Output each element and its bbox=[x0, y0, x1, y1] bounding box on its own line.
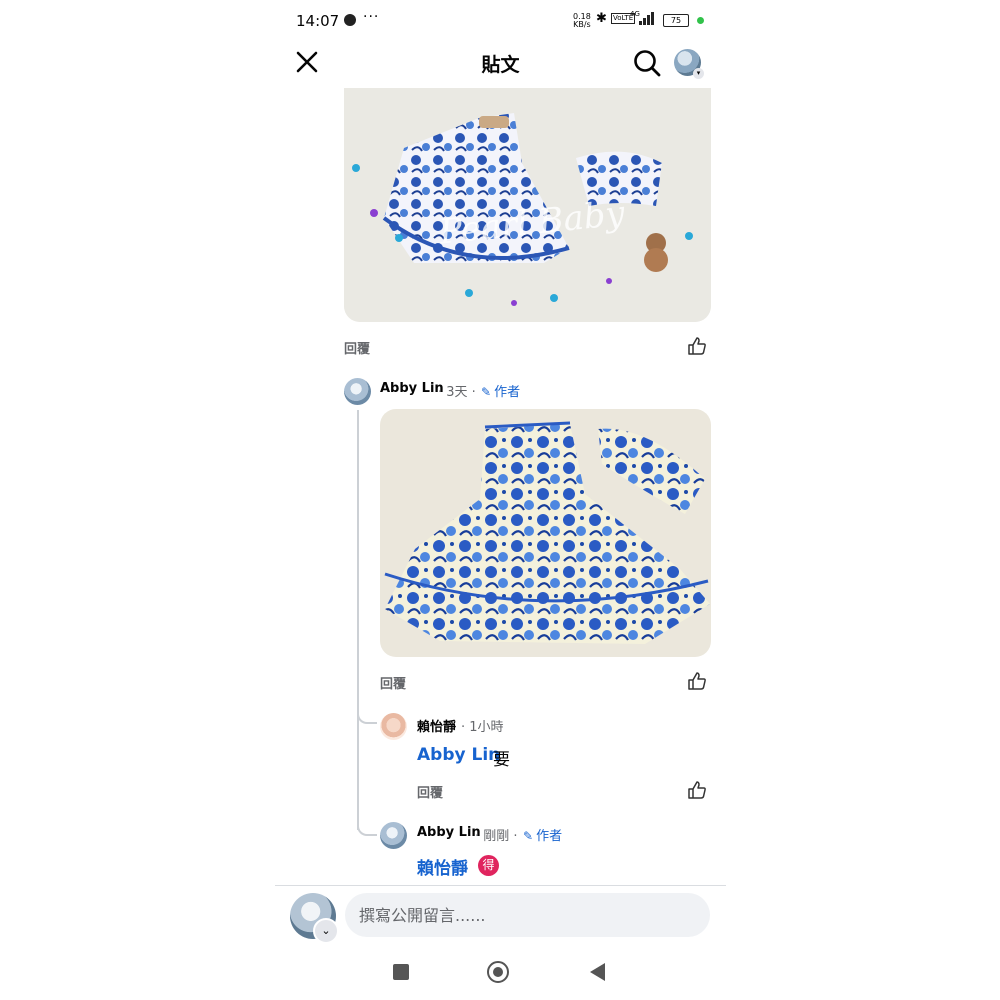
home-icon[interactable] bbox=[487, 961, 509, 983]
mention-link[interactable]: 賴怡靜 bbox=[417, 854, 468, 879]
signal-icon bbox=[639, 12, 657, 25]
author-badge: ✎ 作者 bbox=[523, 825, 562, 844]
pencil-icon: ✎ bbox=[523, 829, 534, 843]
author-label: 作者 bbox=[494, 385, 521, 400]
composer-divider bbox=[275, 885, 726, 886]
author-badge: ✎ 作者 bbox=[481, 381, 520, 400]
thread-connector bbox=[357, 700, 377, 724]
speed-unit: KB/s bbox=[573, 20, 591, 29]
status-dot bbox=[697, 17, 704, 24]
bluetooth-icon: ✱ bbox=[596, 11, 607, 26]
commenter-name[interactable]: 賴怡靜 bbox=[417, 716, 456, 735]
author-label: 作者 bbox=[536, 829, 563, 844]
avatar[interactable] bbox=[380, 713, 407, 740]
network-speed: 0.18 KB/s bbox=[573, 13, 591, 29]
comment-time: · 3天 · bbox=[438, 385, 476, 400]
avatar[interactable] bbox=[380, 822, 407, 849]
more-notifications-icon: ··· bbox=[363, 9, 380, 25]
profile-avatar[interactable]: ▾ bbox=[674, 49, 704, 79]
status-bar: 14:07 ··· 0.18 KB/s ✱ VoLTE 4G 75 bbox=[275, 0, 726, 44]
dress-photo-2 bbox=[380, 409, 711, 657]
comment-text: 要 bbox=[493, 750, 510, 770]
like-icon[interactable] bbox=[687, 336, 707, 356]
comment-composer[interactable] bbox=[345, 893, 710, 937]
reply-button[interactable]: 回覆 bbox=[344, 338, 370, 357]
mention-link[interactable]: Abby Lin bbox=[417, 745, 500, 765]
comment-image[interactable] bbox=[380, 409, 711, 657]
chevron-down-icon: ▾ bbox=[693, 68, 704, 79]
reply-button[interactable]: 回覆 bbox=[417, 782, 443, 801]
reply-button[interactable]: 回覆 bbox=[380, 673, 406, 692]
phone-screen: 14:07 ··· 0.18 KB/s ✱ VoLTE 4G 75 貼文 ▾ P… bbox=[275, 0, 726, 1000]
search-icon[interactable] bbox=[632, 48, 662, 78]
commenter-name[interactable]: Abby Lin bbox=[417, 825, 481, 840]
pencil-icon: ✎ bbox=[481, 385, 492, 399]
avatar[interactable] bbox=[344, 378, 371, 405]
thread-line bbox=[357, 410, 359, 830]
comment-time: · 1小時 bbox=[461, 720, 504, 735]
commenter-name[interactable]: Abby Lin bbox=[380, 381, 444, 396]
post-image-1[interactable]: Pearl Baby bbox=[344, 88, 711, 322]
like-icon[interactable] bbox=[687, 780, 707, 800]
like-icon[interactable] bbox=[687, 671, 707, 691]
status-time: 14:07 bbox=[296, 12, 340, 30]
thread-connector bbox=[357, 812, 377, 836]
battery-icon: 75 bbox=[663, 14, 689, 27]
recent-apps-icon[interactable] bbox=[393, 964, 409, 980]
chevron-down-icon[interactable]: ⌄ bbox=[313, 918, 339, 944]
badge-icon: 得 bbox=[478, 855, 499, 876]
app-header: 貼文 ▾ bbox=[275, 44, 726, 82]
comment-input[interactable] bbox=[345, 893, 703, 937]
comment-time: · 剛剛 · bbox=[475, 829, 518, 844]
back-icon[interactable] bbox=[590, 963, 605, 981]
messenger-icon bbox=[344, 14, 356, 26]
